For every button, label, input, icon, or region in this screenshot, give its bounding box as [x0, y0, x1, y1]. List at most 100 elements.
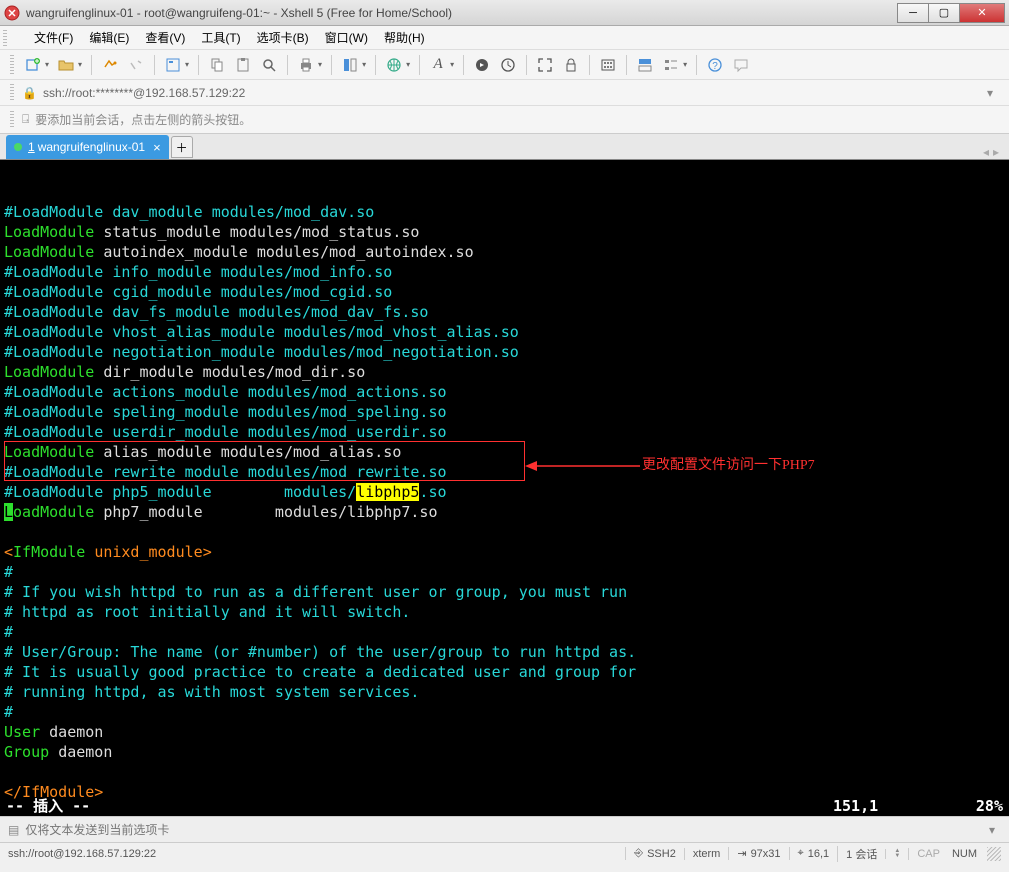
dropdown-arrow-icon[interactable]: ▾ — [185, 60, 189, 69]
terminal-line — [4, 522, 1005, 542]
terminal-line — [4, 762, 1005, 782]
layout-button[interactable] — [634, 54, 656, 76]
dropdown-arrow-icon[interactable]: ▾ — [683, 60, 687, 69]
status-num: NUM — [948, 848, 981, 860]
vim-status-line: -- 插入 -- 151,1 28% — [0, 796, 1009, 816]
annotation-text: 更改配置文件访问一下PHP7 — [642, 456, 815, 476]
paste-button[interactable] — [232, 54, 254, 76]
chat-button[interactable] — [730, 54, 752, 76]
dropdown-arrow-icon[interactable]: ▾ — [406, 60, 410, 69]
tab-label: wangruifenglinux-01 — [38, 140, 145, 154]
dropdown-arrow-icon[interactable]: ▾ — [45, 60, 49, 69]
terminal-line: User daemon — [4, 722, 1005, 742]
add-tab-button[interactable]: ＋ — [171, 136, 193, 158]
terminal-line: #LoadModule php5_module modules/libphp5.… — [4, 482, 1005, 502]
tab-close-icon[interactable]: × — [153, 140, 161, 155]
status-sessions: 1 会话 — [837, 846, 885, 862]
font-button[interactable]: A — [427, 54, 449, 76]
status-size: 97x31 — [751, 848, 781, 860]
terminal-line: <IfModule unixd_module> — [4, 542, 1005, 562]
terminal-line: #LoadModule vhost_alias_module modules/m… — [4, 322, 1005, 342]
terminal-line: LoadModule alias_module modules/mod_alia… — [4, 442, 1005, 462]
menu-item[interactable]: 选项卡(B) — [249, 27, 317, 48]
lock-button[interactable] — [560, 54, 582, 76]
terminal-line: LoadModule autoindex_module modules/mod_… — [4, 242, 1005, 262]
session-tab[interactable]: 1 wangruifenglinux-01 × — [6, 135, 169, 159]
info-bar: ⍈ 要添加当前会话，点击左侧的箭头按钮。 — [0, 106, 1009, 134]
close-button[interactable]: ✕ — [959, 3, 1005, 23]
link-icon: ⎆ — [634, 847, 643, 860]
menu-item[interactable]: 帮助(H) — [376, 27, 433, 48]
view-button[interactable] — [660, 54, 682, 76]
status-connection: ssh://root@192.168.57.129:22 — [8, 848, 625, 860]
dropdown-arrow-icon[interactable]: ▾ — [981, 86, 999, 100]
status-protocol: SSH2 — [647, 848, 676, 860]
resize-grip-icon[interactable] — [987, 847, 1001, 861]
new-session-button[interactable] — [22, 54, 44, 76]
minimize-button[interactable]: ─ — [897, 3, 929, 23]
terminal-line: #LoadModule info_module modules/mod_info… — [4, 262, 1005, 282]
keypad-button[interactable] — [597, 54, 619, 76]
dropdown-arrow-icon[interactable]: ▾ — [983, 823, 1001, 837]
terminal-line: # — [4, 622, 1005, 642]
terminal-line: #LoadModule dav_fs_module modules/mod_da… — [4, 302, 1005, 322]
dropdown-arrow-icon[interactable]: ▾ — [450, 60, 454, 69]
terminal-line: # — [4, 562, 1005, 582]
clock-button[interactable] — [497, 54, 519, 76]
menu-item[interactable]: 窗口(W) — [317, 27, 376, 48]
tab-next-icon[interactable]: ▸ — [993, 145, 999, 159]
grip-icon — [10, 55, 14, 75]
terminal[interactable]: #LoadModule dav_module modules/mod_dav.s… — [0, 160, 1009, 816]
info-text: 要添加当前会话，点击左侧的箭头按钮。 — [35, 111, 251, 128]
help-button[interactable]: ? — [704, 54, 726, 76]
status-bar: ssh://root@192.168.57.129:22 ⎆ SSH2 xterm… — [0, 842, 1009, 864]
window-title: wangruifenglinux-01 - root@wangruifeng-0… — [26, 6, 898, 20]
grip-icon — [10, 111, 14, 129]
menu-item[interactable]: 文件(F) — [26, 27, 81, 48]
address-text[interactable]: ssh://root:********@192.168.57.129:22 — [43, 86, 981, 100]
terminal-line: LoadModule php7_module modules/libphp7.s… — [4, 502, 1005, 522]
toggle-panel-button[interactable] — [339, 54, 361, 76]
tab-prev-icon[interactable]: ◂ — [983, 145, 989, 159]
bookmark-arrow-icon[interactable]: ⍈ — [22, 112, 29, 127]
toolbar: ▾ ▾ ▾ ▾ ▾ ▾ A▾ ▾ ? — [0, 50, 1009, 80]
vim-position: 151,1 — [833, 796, 953, 816]
fullscreen-button[interactable] — [534, 54, 556, 76]
menu-item[interactable]: 工具(T) — [193, 27, 248, 48]
terminal-line: #LoadModule speling_module modules/mod_s… — [4, 402, 1005, 422]
send-input[interactable] — [25, 823, 983, 837]
window-titlebar: wangruifenglinux-01 - root@wangruifeng-0… — [0, 0, 1009, 26]
properties-button[interactable] — [162, 54, 184, 76]
status-term: xterm — [684, 848, 729, 860]
print-button[interactable] — [295, 54, 317, 76]
updown-icon: ▲▼ — [894, 849, 900, 859]
terminal-line: # It is usually good practice to create … — [4, 662, 1005, 682]
dropdown-arrow-icon[interactable]: ▾ — [318, 60, 322, 69]
terminal-line: #LoadModule actions_module modules/mod_a… — [4, 382, 1005, 402]
find-button[interactable] — [258, 54, 280, 76]
tab-bar: 1 wangruifenglinux-01 × ＋ ◂ ▸ — [0, 134, 1009, 160]
address-bar: 🔒 ssh://root:********@192.168.57.129:22 … — [0, 80, 1009, 106]
script-button[interactable] — [471, 54, 493, 76]
size-icon: ⇥ — [737, 847, 746, 860]
app-icon — [4, 5, 20, 21]
vim-mode: -- 插入 -- — [6, 796, 833, 816]
terminal-line: #LoadModule dav_module modules/mod_dav.s… — [4, 202, 1005, 222]
terminal-line: Group daemon — [4, 742, 1005, 762]
menu-item[interactable]: 编辑(E) — [81, 27, 137, 48]
send-icon[interactable]: ▤ — [8, 823, 19, 837]
open-button[interactable] — [55, 54, 77, 76]
dropdown-arrow-icon[interactable]: ▾ — [362, 60, 366, 69]
terminal-line: # If you wish httpd to run as a differen… — [4, 582, 1005, 602]
disconnect-button[interactable] — [125, 54, 147, 76]
maximize-button[interactable]: ▢ — [928, 3, 960, 23]
send-bar: ▤ ▾ — [0, 816, 1009, 842]
reconnect-button[interactable] — [99, 54, 121, 76]
terminal-line: # running httpd, as with most system ser… — [4, 682, 1005, 702]
copy-button[interactable] — [206, 54, 228, 76]
terminal-line: LoadModule status_module modules/mod_sta… — [4, 222, 1005, 242]
status-cap: CAP — [908, 848, 948, 860]
web-button[interactable] — [383, 54, 405, 76]
dropdown-arrow-icon[interactable]: ▾ — [78, 60, 82, 69]
menu-item[interactable]: 查看(V) — [137, 27, 193, 48]
